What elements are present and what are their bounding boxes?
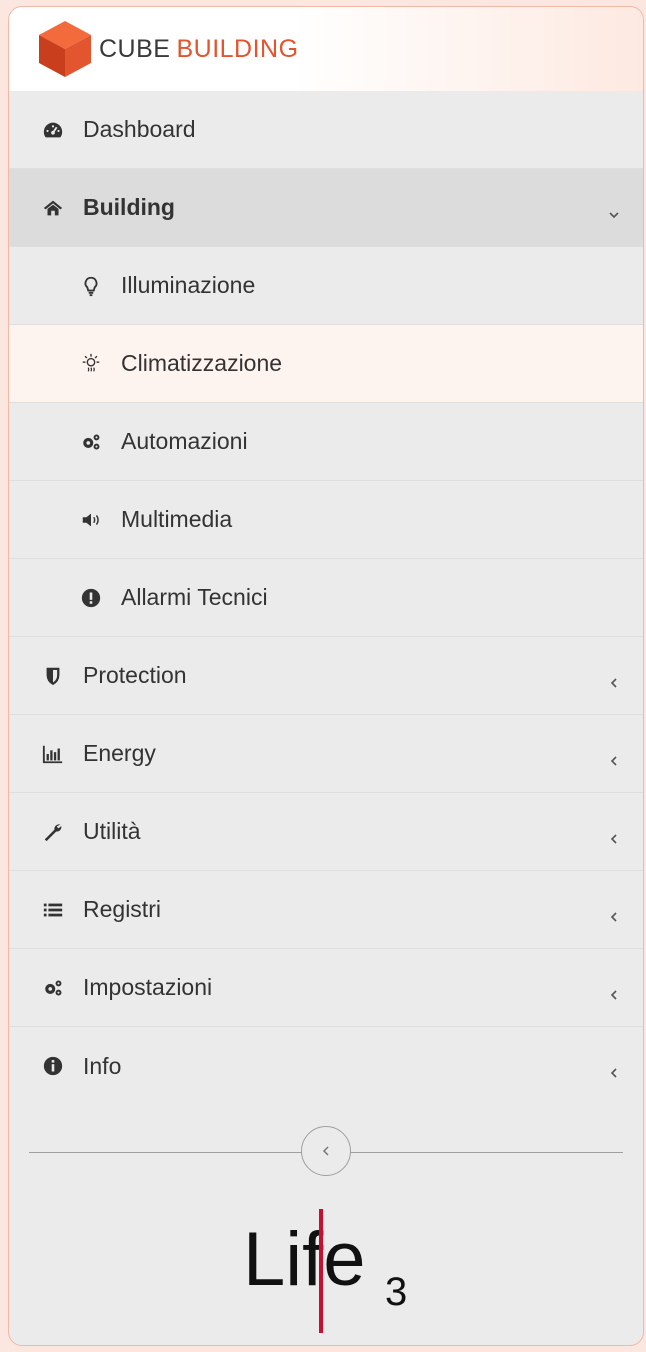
info-icon bbox=[41, 1054, 65, 1078]
gears-icon bbox=[41, 976, 65, 1000]
menu-label-energy: Energy bbox=[83, 740, 156, 766]
submenu-item-allarmi-tecnici[interactable]: Allarmi Tecnici bbox=[9, 559, 643, 637]
menu-label-building: Building bbox=[83, 194, 175, 220]
dashboard-icon bbox=[41, 118, 65, 142]
submenu-item-climatizzazione[interactable]: Climatizzazione bbox=[9, 325, 643, 403]
bar-chart-icon bbox=[41, 742, 65, 766]
submenu-label-allarmi-tecnici: Allarmi Tecnici bbox=[121, 584, 268, 610]
submenu-item-illuminazione[interactable]: Illuminazione bbox=[9, 247, 643, 325]
lightbulb-icon bbox=[79, 274, 103, 298]
menu-item-utilita[interactable]: Utilità bbox=[9, 793, 643, 871]
cube-logo-icon bbox=[39, 21, 91, 77]
list-icon bbox=[41, 898, 65, 922]
life3-logo: Life 3 bbox=[243, 1209, 407, 1333]
menu-label-impostazioni: Impostazioni bbox=[83, 974, 213, 1000]
menu-label-registri: Registri bbox=[83, 896, 161, 922]
climate-icon bbox=[79, 352, 103, 376]
submenu-label-automazioni: Automazioni bbox=[121, 428, 248, 454]
submenu-label-illuminazione: Illuminazione bbox=[121, 272, 256, 298]
menu-label-dashboard: Dashboard bbox=[83, 116, 196, 142]
shield-icon bbox=[41, 664, 65, 688]
menu-label-protection: Protection bbox=[83, 662, 187, 688]
life3-logo-text: Life bbox=[243, 1217, 366, 1302]
alert-icon bbox=[79, 586, 103, 610]
submenu-item-multimedia[interactable]: Multimedia bbox=[9, 481, 643, 559]
chevron-left-icon bbox=[607, 747, 621, 766]
menu-item-impostazioni[interactable]: Impostazioni bbox=[9, 949, 643, 1027]
menu-item-dashboard[interactable]: Dashboard bbox=[9, 91, 643, 169]
brand-name: CUBE BUILDING bbox=[99, 35, 299, 64]
menu-item-registri[interactable]: Registri bbox=[9, 871, 643, 949]
chevron-left-icon bbox=[607, 1059, 621, 1078]
wrench-icon bbox=[41, 820, 65, 844]
chevron-left-icon bbox=[607, 903, 621, 922]
speaker-icon bbox=[79, 508, 103, 532]
home-icon bbox=[41, 196, 65, 220]
submenu-label-climatizzazione: Climatizzazione bbox=[121, 350, 283, 376]
gears-icon bbox=[79, 430, 103, 454]
menu-label-info: Info bbox=[83, 1052, 122, 1079]
collapse-sidebar-button[interactable] bbox=[301, 1126, 351, 1176]
menu-item-energy[interactable]: Energy bbox=[9, 715, 643, 793]
menu-label-utilita: Utilità bbox=[83, 818, 141, 844]
menu-item-building[interactable]: Building bbox=[9, 169, 643, 247]
chevron-left-icon bbox=[607, 825, 621, 844]
brand-word-building: BUILDING bbox=[176, 34, 299, 63]
menu-item-info[interactable]: Info bbox=[9, 1027, 643, 1105]
life3-logo-subscript: 3 bbox=[385, 1270, 407, 1314]
menu-item-protection[interactable]: Protection bbox=[9, 637, 643, 715]
submenu-label-multimedia: Multimedia bbox=[121, 506, 233, 532]
brand-word-cube: CUBE bbox=[99, 34, 171, 63]
chevron-left-icon bbox=[322, 1146, 329, 1156]
chevron-left-icon bbox=[607, 981, 621, 1000]
sidebar-header[interactable]: CUBE BUILDING bbox=[9, 7, 643, 91]
sidebar: CUBE BUILDING Dashboard Building Illumina… bbox=[8, 6, 644, 1346]
chevron-down-icon bbox=[607, 201, 621, 218]
sidebar-menu: Dashboard Building Illuminazione Climati… bbox=[9, 91, 643, 1105]
submenu-item-automazioni[interactable]: Automazioni bbox=[9, 403, 643, 481]
chevron-left-icon bbox=[607, 669, 621, 688]
